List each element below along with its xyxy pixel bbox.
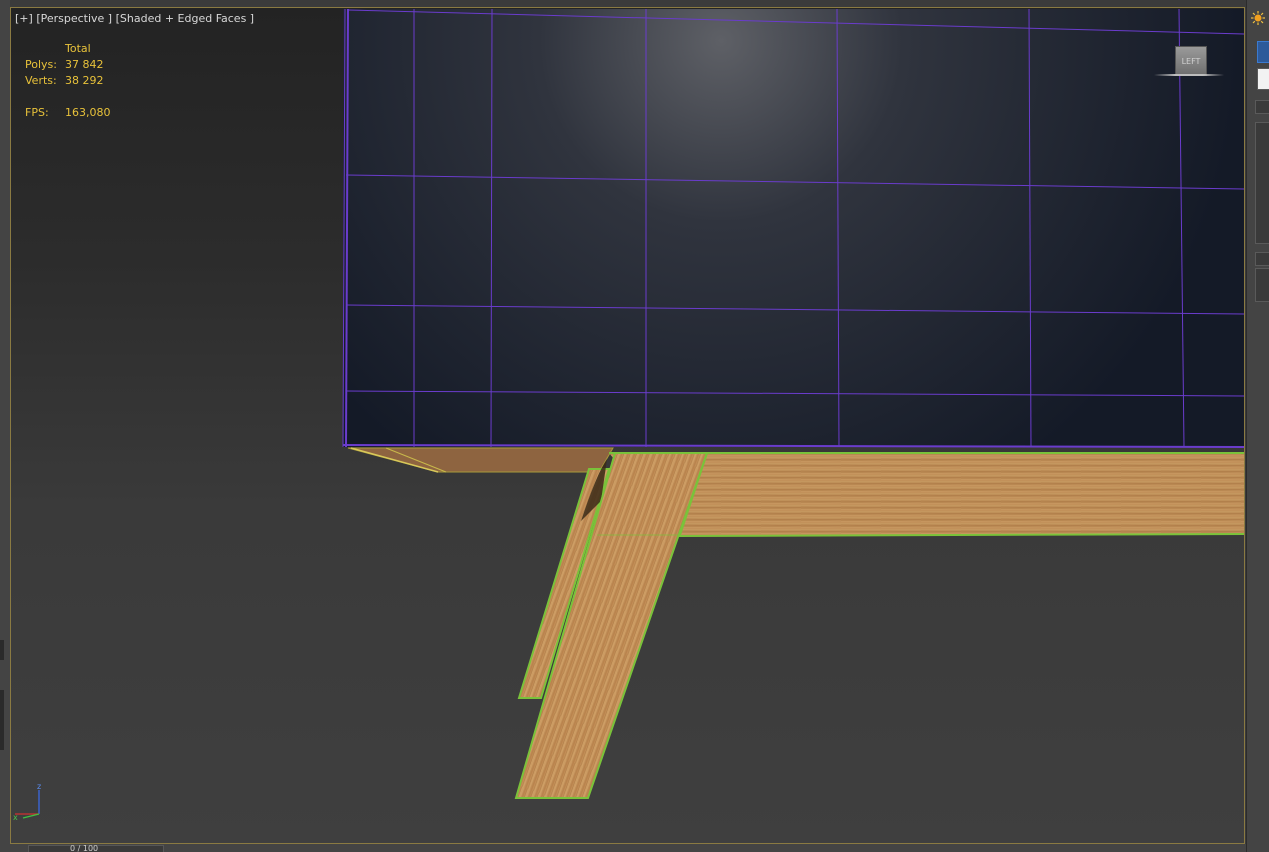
rollout-panel: [1255, 268, 1269, 302]
left-toolbar-strip: [0, 0, 10, 852]
left-strip-handle[interactable]: [0, 640, 4, 660]
left-strip-handle[interactable]: [0, 690, 4, 750]
viewport-scene[interactable]: [11, 8, 1245, 844]
verts-value: 38 292: [65, 74, 104, 87]
radio-icon[interactable]: [1257, 41, 1269, 63]
command-panel: [1246, 0, 1269, 852]
app-window: [+] [Perspective ] [Shaded + Edged Faces…: [0, 0, 1269, 852]
view-cube[interactable]: LEFT: [1154, 44, 1224, 84]
name-field[interactable]: [1257, 68, 1269, 90]
fps-label: FPS:: [25, 106, 49, 119]
perspective-viewport[interactable]: [+] [Perspective ] [Shaded + Edged Faces…: [10, 7, 1245, 844]
x-axis-label: x: [13, 813, 18, 820]
rollout-panel: [1255, 122, 1269, 244]
view-type-menu[interactable]: [Perspective ]: [36, 12, 112, 25]
axis-tripod-icon: z x: [13, 782, 41, 820]
z-axis-label: z: [37, 782, 41, 791]
polys-label: Polys:: [25, 58, 57, 71]
rollout-collapse-button[interactable]: [1255, 252, 1269, 266]
shading-mode-menu[interactable]: [Shaded + Edged Faces ]: [116, 12, 254, 25]
frame-counter: 0 / 100: [70, 845, 99, 852]
statistics-overlay: Total Polys: 37 842 Verts: 38 292 FPS: 163,…: [25, 41, 125, 121]
wood-rail[interactable]: [609, 452, 1245, 537]
view-cube-face[interactable]: LEFT: [1175, 46, 1207, 76]
fps-value: 163,080: [65, 106, 111, 119]
viewport-label: [+] [Perspective ] [Shaded + Edged Faces…: [15, 12, 254, 25]
viewport-menu-button[interactable]: [+]: [15, 12, 33, 25]
sun-light-icon[interactable]: [1250, 10, 1266, 26]
timeline-bar: 0 / 100: [0, 844, 1246, 852]
cabinet-body[interactable]: [342, 8, 1245, 448]
stats-header: Total: [65, 42, 91, 55]
cabinet-bottom-lip[interactable]: [347, 447, 614, 473]
verts-label: Verts:: [25, 74, 57, 87]
view-cube-ring[interactable]: [1154, 74, 1224, 76]
polys-value: 37 842: [65, 58, 104, 71]
rollout-collapse-button[interactable]: [1255, 100, 1269, 114]
